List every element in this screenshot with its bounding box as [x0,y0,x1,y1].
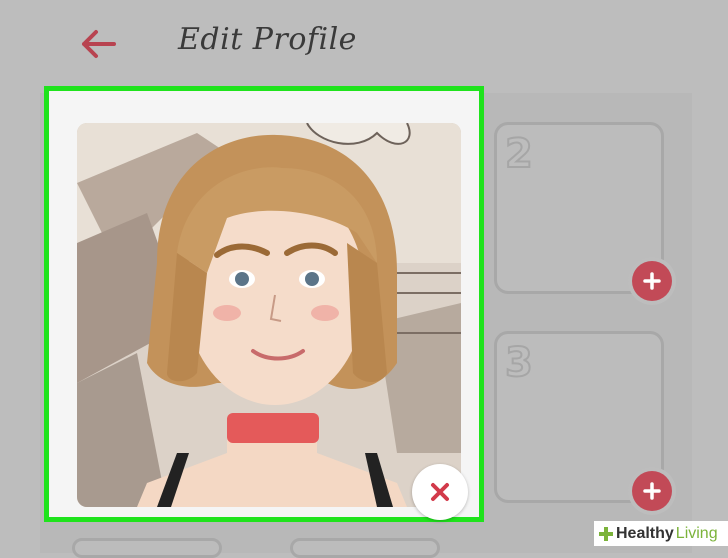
watermark: Healthy Living [594,521,728,546]
add-photo-button[interactable] [632,261,672,301]
header-bar: Edit Profile [0,0,728,90]
slot-number: 3 [504,339,534,387]
photo-slot-4[interactable] [72,538,222,558]
profile-photo [77,123,461,507]
close-icon [431,483,449,501]
arrow-left-icon [82,30,116,58]
page-title: Edit Profile [178,22,357,57]
photo-slot-5[interactable] [290,538,440,558]
plus-icon [643,482,661,500]
plus-cross-icon [599,526,613,541]
plus-icon [643,272,661,290]
remove-photo-button[interactable] [412,464,468,520]
slot-number: 2 [504,130,534,178]
watermark-brand-light: Living [675,524,718,542]
add-photo-button[interactable] [632,471,672,511]
watermark-brand-bold: Healthy [616,524,674,542]
main-photo-slot[interactable] [44,86,484,522]
back-button[interactable] [78,26,122,62]
